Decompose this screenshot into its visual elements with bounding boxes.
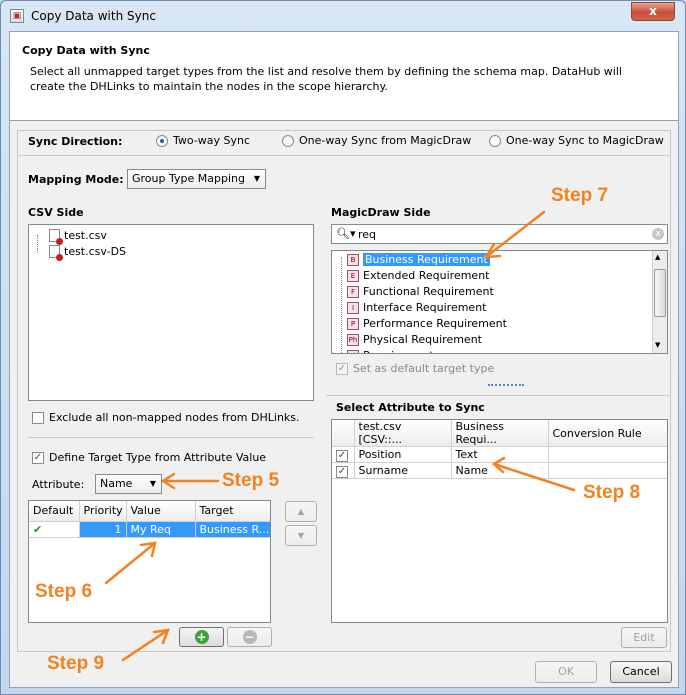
step-6-label: Step 6 — [35, 581, 93, 602]
step-8-label: Step 8 — [583, 482, 641, 503]
step-9-label: Step 9 — [47, 653, 105, 674]
step-annotations — [104, 210, 576, 662]
step-5-label: Step 5 — [222, 470, 280, 491]
step-6-arrow — [104, 541, 157, 585]
step-9-arrow — [121, 628, 170, 662]
step-7-label: Step 7 — [551, 185, 609, 206]
step-7-arrow — [484, 210, 546, 259]
step-8-arrow — [492, 462, 576, 492]
